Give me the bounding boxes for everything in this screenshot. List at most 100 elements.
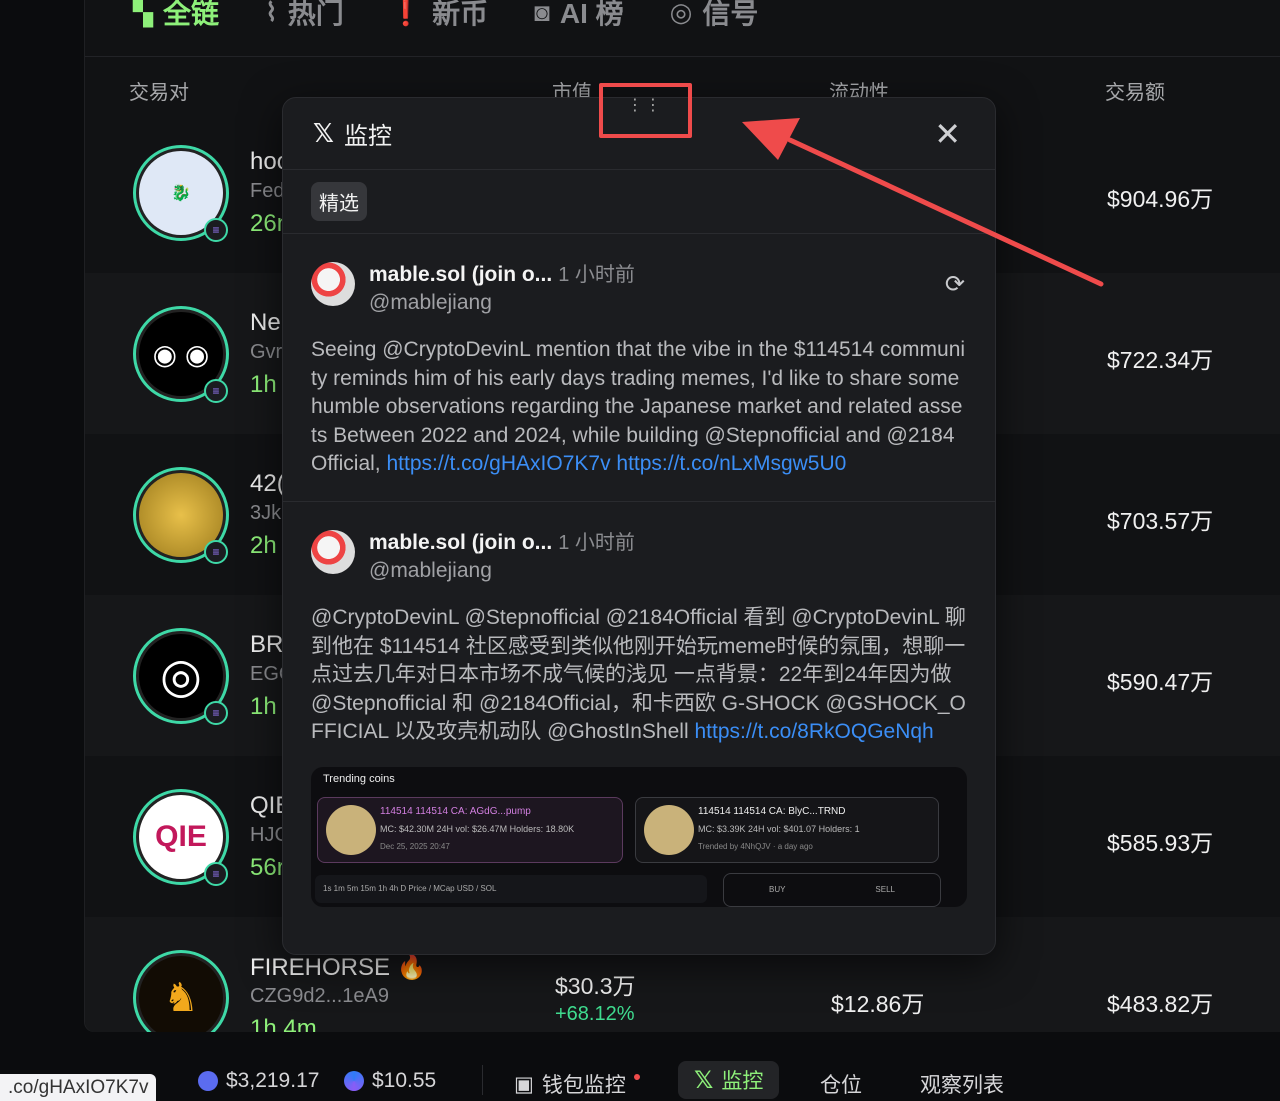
signal-icon: ◎ <box>669 0 693 27</box>
notification-dot <box>633 1074 640 1080</box>
top-nav: ▚ 全链 ⌇ 热门 ❗ 新币 ◙ AI 榜 ◎ 信号 <box>85 0 758 40</box>
volume-value: $590.47万 <box>1107 669 1214 695</box>
nav-tab-ai-rank[interactable]: ◙ AI 榜 <box>534 0 624 32</box>
tweet-author-name[interactable]: mable.sol (join o... <box>369 263 552 286</box>
media-buy-label: BUY <box>768 885 786 895</box>
popup-title: 监控 <box>343 123 392 150</box>
media-toolbar: 1s 1m 5m 15m 1h 4h D Price / MCap USD / … <box>315 874 707 903</box>
solana-icon: ≡ <box>204 540 228 564</box>
url-tooltip: .co/gHAxIO7K7v <box>0 1074 157 1101</box>
wallet-icon: ▣ <box>514 1072 534 1096</box>
media-title: Trending coins <box>323 772 395 785</box>
chain-icon: ▚ <box>133 0 153 27</box>
tweet-handle[interactable]: @mablejiang <box>369 559 635 583</box>
tweet-author-line: mable.sol (join o... 1 小时前 <box>369 258 635 287</box>
media-card-title: 114514 114514 CA: BlyC...TRND <box>698 805 846 817</box>
token-age: 2h <box>250 532 277 559</box>
nav-tab-signal[interactable]: ◎ 信号 <box>670 0 759 32</box>
volume-value: $904.96万 <box>1107 186 1214 212</box>
tweet-author: mable.sol (join o... 1 小时前 @mablejiang <box>369 258 635 315</box>
token-name: BR <box>250 631 284 658</box>
annotation-highlight-box <box>599 83 692 138</box>
x-monitor-popup: 𝕏 监控 ⋮⋮ ✕ 精选 mable.sol (join o... 1 小时前 @… <box>282 97 996 955</box>
nav-tab-trending[interactable]: ⌇ 热门 <box>265 0 344 32</box>
volume-value: $483.82万 <box>1107 991 1214 1017</box>
trending-icon: ⌇ <box>265 0 278 27</box>
tweet-link[interactable]: https://t.co/8RkOQGeNqh <box>694 720 933 743</box>
media-sell-label: SELL <box>875 885 895 895</box>
close-button[interactable]: ✕ <box>934 118 961 150</box>
sol-price-value: $10.55 <box>372 1069 437 1092</box>
tweet-media-image[interactable]: Trending coins 114514 114514 CA: AGdG...… <box>311 766 967 907</box>
token-age: 1h <box>250 371 277 398</box>
solana-icon: ≡ <box>204 218 228 242</box>
watchlist-button[interactable]: 观察列表 <box>920 1069 1004 1099</box>
liquidity-value: $12.86万 <box>831 991 925 1017</box>
tweet-author-name[interactable]: mable.sol (join o... <box>369 531 552 554</box>
token-address: Gvr <box>250 341 283 363</box>
tweet-time: 1 小时前 <box>558 531 635 554</box>
token-name: FIREHORSE 🔥 <box>250 954 427 981</box>
tweet-text: Seeing @CryptoDevinL mention that the vi… <box>311 338 966 476</box>
tweet-time: 1 小时前 <box>558 264 635 286</box>
nav-tab-new-coins[interactable]: ❗ 新币 <box>390 0 488 32</box>
media-card-date: Dec 25, 2025 20:47 <box>380 841 450 851</box>
translate-icon[interactable]: ⟳ <box>945 270 965 299</box>
eth-icon <box>198 1071 218 1091</box>
x-logo-icon: 𝕏 <box>694 1066 714 1094</box>
media-card: 114514 114514 CA: BlyC...TRND MC: $3.39K… <box>635 796 939 863</box>
x-monitor-label: 监控 <box>721 1070 764 1093</box>
media-card-metrics: MC: $3.39K 24H vol: $401.07 Holders: 1 <box>698 823 860 834</box>
pin-icon: ❗ <box>389 0 423 27</box>
solana-icon: ≡ <box>204 379 228 403</box>
column-header-pair[interactable]: 交易对 <box>129 76 189 105</box>
sol-icon <box>344 1071 364 1091</box>
tweet-author-line: mable.sol (join o... 1 小时前 <box>369 526 635 555</box>
token-name: 42( <box>250 470 285 497</box>
token-address: CZG9d2...1eA9 <box>250 985 389 1007</box>
x-logo-icon: 𝕏 <box>313 118 334 148</box>
tweet-header: mable.sol (join o... 1 小时前 @mablejiang <box>311 526 967 584</box>
robot-icon: ◙ <box>534 0 550 27</box>
tweet-item[interactable]: mable.sol (join o... 1 小时前 @mablejiang ⟳ … <box>283 234 995 502</box>
volume-value: $722.34万 <box>1107 347 1214 373</box>
tweet-item[interactable]: mable.sol (join o... 1 小时前 @mablejiang @C… <box>283 502 995 907</box>
volume-value: $703.57万 <box>1107 508 1214 534</box>
token-age: 1h <box>250 693 277 720</box>
bottom-bar: $3,219.17 $10.55 ▣ 钱包监控 𝕏 监控 仓位 观察列表 <box>0 1055 1280 1101</box>
token-age: 56r <box>250 854 285 881</box>
media-card-title: 114514 114514 CA: AGdG...pump <box>380 805 531 817</box>
token-avatar: ♞ <box>133 950 229 1032</box>
positions-button[interactable]: 仓位 <box>820 1069 862 1099</box>
token-name: Ne <box>250 309 281 336</box>
divider <box>85 56 1280 57</box>
media-card-metrics: MC: $42.30M 24H vol: $26.47M Holders: 18… <box>380 823 575 834</box>
solana-icon: ≡ <box>204 701 228 725</box>
sol-price: $10.55 <box>344 1069 436 1093</box>
wallet-monitor-button[interactable]: ▣ 钱包监控 <box>514 1069 640 1099</box>
mcap-change: +68.12% <box>555 1003 635 1025</box>
coin-image <box>326 804 376 855</box>
media-card-date: Trended by 4NhQJV · a day ago <box>698 841 813 851</box>
avatar[interactable] <box>311 262 355 306</box>
tweet-header: mable.sol (join o... 1 小时前 @mablejiang <box>311 258 967 316</box>
token-address: Fed <box>250 180 285 202</box>
media-buy-sell: BUY SELL <box>723 872 941 907</box>
nav-tab-all-chains[interactable]: ▚ 全链 <box>133 0 219 32</box>
tweet-link[interactable]: https://t.co/gHAxIO7K7v https://t.co/nLx… <box>386 452 846 475</box>
wallet-monitor-label: 钱包监控 <box>541 1074 626 1097</box>
tweet-handle[interactable]: @mablejiang <box>369 291 635 315</box>
eth-price: $3,219.17 <box>198 1069 319 1093</box>
media-card: 114514 114514 CA: AGdG...pump MC: $42.30… <box>317 796 623 863</box>
eth-price-value: $3,219.17 <box>226 1069 320 1092</box>
fire-icon: 🔥 <box>396 954 427 981</box>
column-header-volume[interactable]: 交易额 <box>1105 76 1165 105</box>
tweet-text: @CryptoDevinL @Stepnofficial @2184Offici… <box>311 605 966 744</box>
mcap-value: $30.3万 <box>555 973 636 999</box>
x-monitor-button[interactable]: 𝕏 监控 <box>678 1061 780 1099</box>
tweet-author: mable.sol (join o... 1 小时前 @mablejiang <box>369 526 635 583</box>
avatar[interactable] <box>311 529 355 574</box>
token-address: 3Jk <box>250 502 282 524</box>
filter-bar: 精选 <box>283 170 995 234</box>
filter-chip-featured[interactable]: 精选 <box>311 182 367 221</box>
